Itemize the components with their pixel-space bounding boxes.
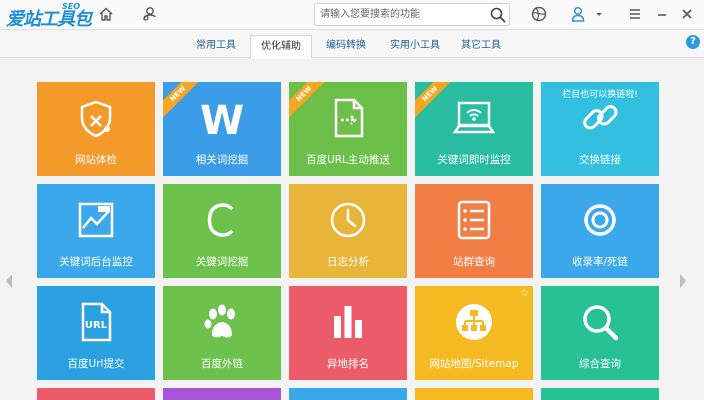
tile-label: 关键词挖掘 (195, 256, 249, 268)
tile-remote-ranking[interactable]: 异地排名 (289, 286, 407, 380)
tile-index-rate-dead-links[interactable]: 收录率/死链 (541, 184, 659, 278)
tile-baidu-backlinks[interactable]: 百度外链 (163, 286, 281, 380)
search-box[interactable] (314, 3, 510, 26)
bars-icon (326, 300, 370, 344)
search-input[interactable] (315, 4, 485, 25)
new-badge: NEW (163, 82, 205, 121)
help-icon[interactable]: ? (686, 35, 700, 49)
tile-baidu-url-submit[interactable]: URL 百度Url提交 (37, 286, 155, 380)
tile-comprehensive-query[interactable]: 综合查询 (541, 286, 659, 380)
tile-label: 站群查询 (453, 256, 495, 268)
user-settings-icon[interactable] (140, 5, 158, 23)
tile-keyword-instant-monitor[interactable]: NEW 关键词即时监控 (415, 82, 533, 176)
tile-keyword-mining[interactable]: 关键词挖掘 (163, 184, 281, 278)
tile-sitemap[interactable]: ☆ 网站地图/Sitemap (415, 286, 533, 380)
home-icon[interactable] (97, 5, 115, 23)
tile-partial-4[interactable] (415, 388, 533, 400)
tile-partial-1[interactable] (37, 388, 155, 400)
doctor-icon (74, 96, 118, 140)
title-bar: 爱站工具包 SEO (0, 0, 704, 30)
tile-log-analysis[interactable]: 日志分析 (289, 184, 407, 278)
paw-icon (200, 300, 244, 344)
magnifier-icon (578, 300, 622, 344)
favorite-star-icon[interactable]: ☆ (520, 288, 529, 299)
tool-grid-area: 网站体检 NEW W 相关词挖掘 NEW 百度URL主动推送 NEW 关键词即时… (0, 59, 704, 400)
new-badge: NEW (289, 82, 331, 121)
tile-label: 百度外链 (201, 358, 243, 370)
tile-label: 百度URL主动推送 (306, 154, 390, 166)
sitemap-icon (452, 300, 496, 344)
tab-encoding[interactable]: 编码转换 (315, 35, 377, 58)
tab-bar: 常用工具 优化辅助 编码转换 实用小工具 其它工具 ? (0, 31, 704, 59)
tile-label: 异地排名 (327, 358, 369, 370)
tile-label: 网站体检 (75, 154, 117, 166)
tile-label: 百度Url提交 (67, 358, 125, 370)
search-icon[interactable] (489, 6, 507, 24)
url-icon: URL (74, 300, 118, 344)
link-icon (578, 96, 622, 140)
menu-icon[interactable] (627, 6, 643, 22)
document-push-icon (326, 96, 370, 140)
svg-text:W: W (200, 98, 244, 140)
clock-icon (326, 198, 370, 242)
minimize-icon[interactable] (654, 6, 670, 22)
tile-label: 综合查询 (579, 358, 621, 370)
tile-baidu-url-push[interactable]: NEW 百度URL主动推送 (289, 82, 407, 176)
tile-partial-3[interactable] (289, 388, 407, 400)
skin-ball-icon[interactable] (530, 5, 548, 23)
w-icon: W (200, 96, 244, 140)
new-badge: NEW (415, 82, 457, 121)
account-dropdown-icon[interactable] (594, 5, 604, 23)
tile-related-words[interactable]: NEW W 相关词挖掘 (163, 82, 281, 176)
close-icon[interactable] (679, 6, 695, 22)
svg-text:URL: URL (85, 320, 108, 331)
tile-label: 关键词后台监控 (59, 256, 133, 268)
tile-label: 交换链接 (579, 154, 621, 166)
tab-utilities[interactable]: 实用小工具 (380, 35, 450, 58)
c-icon (200, 198, 244, 242)
tile-site-group-query[interactable]: 站群查询 (415, 184, 533, 278)
monitor-icon (452, 96, 496, 140)
account-icon[interactable] (569, 5, 587, 23)
list-icon (452, 198, 496, 242)
ring-icon (578, 198, 622, 242)
tile-label: 相关词挖掘 (195, 154, 249, 166)
tile-label: 关键词即时监控 (437, 154, 511, 166)
tab-common-tools[interactable]: 常用工具 (185, 35, 247, 58)
prev-page-icon[interactable] (4, 271, 14, 291)
tab-optimization[interactable]: 优化辅助 (250, 35, 312, 59)
tile-partial-5[interactable] (541, 388, 659, 400)
chart-icon (74, 198, 118, 242)
tab-other-tools[interactable]: 其它工具 (450, 35, 512, 58)
tile-link-exchange[interactable]: 栏目也可以换链啦! 交换链接 (541, 82, 659, 176)
logo-seo-text: SEO (62, 2, 81, 11)
next-page-icon[interactable] (678, 271, 688, 291)
tile-site-checkup[interactable]: 网站体检 (37, 82, 155, 176)
tile-keyword-backend-monitor[interactable]: 关键词后台监控 (37, 184, 155, 278)
tile-label: 收录率/死链 (571, 256, 629, 268)
tile-partial-2[interactable] (163, 388, 281, 400)
tile-label: 日志分析 (327, 256, 369, 268)
tile-label: 网站地图/Sitemap (429, 358, 519, 370)
